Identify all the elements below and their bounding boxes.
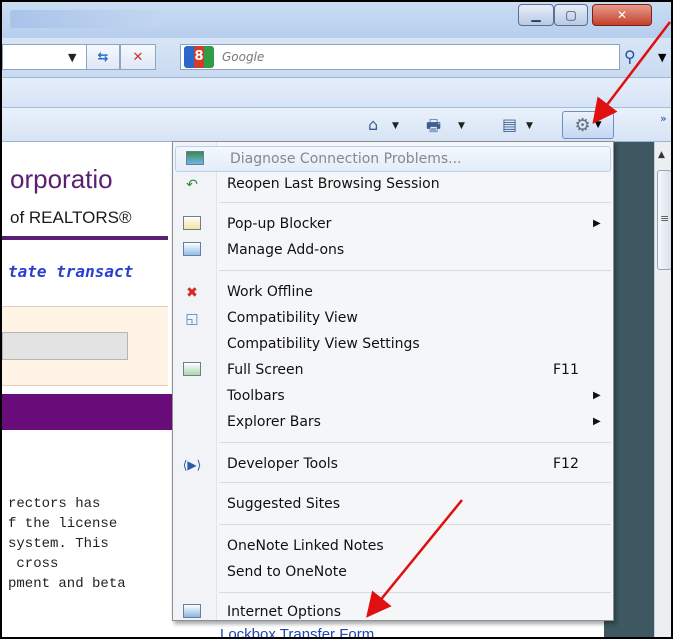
menu-item-send-to-onenote[interactable]: Send to OneNote (173, 560, 613, 586)
scroll-up-icon[interactable]: ▲ (658, 150, 665, 160)
menu-item-onenote-linked-notes[interactable]: OneNote Linked Notes (173, 534, 613, 560)
more-commands-icon[interactable]: » (660, 112, 667, 125)
addons-icon (181, 242, 203, 260)
menu-item-reopen-session[interactable]: ↶ Reopen Last Browsing Session (173, 172, 613, 198)
page-icon[interactable]: ▤ (502, 115, 517, 134)
developer-tools-shortcut: F12 (553, 456, 579, 472)
menu-item-full-screen[interactable]: Full Screen F11 (173, 358, 613, 384)
menu-item-diagnose-connection[interactable]: Diagnose Connection Problems... (175, 146, 611, 172)
full-screen-icon (181, 362, 203, 380)
menu-separator (219, 482, 611, 483)
menu-item-suggested-sites[interactable]: Suggested Sites (173, 492, 613, 518)
body-line: system. This (8, 536, 109, 552)
command-bar: ⌂ ▼ 🖶 ▼ ▤ ▼ ⚙ ▼ » (2, 108, 671, 142)
lockbox-transfer-link[interactable]: Lockbox Transfer Form (220, 626, 374, 637)
body-line: cross (8, 556, 59, 572)
realtors-heading: of REALTORS® (10, 208, 132, 227)
body-line: rectors has (8, 496, 101, 512)
search-placeholder: Google (222, 50, 265, 64)
maximize-button[interactable]: ▢ (554, 4, 588, 26)
submenu-arrow-icon: ▶ (593, 390, 601, 401)
tools-button[interactable]: ⚙ ▼ (562, 111, 614, 139)
home-icon[interactable]: ⌂ (368, 115, 378, 134)
stop-icon: ✕ (132, 49, 144, 65)
body-line: pment and beta (8, 576, 126, 592)
print-dropdown-icon[interactable]: ▼ (458, 121, 465, 131)
submenu-arrow-icon: ▶ (593, 416, 601, 427)
menu-item-developer-tools[interactable]: ⟨▶⟩ Developer Tools F12 (173, 452, 613, 478)
close-button[interactable]: ✕ (592, 4, 652, 26)
page-text-input[interactable] (2, 332, 128, 360)
menu-separator (219, 270, 611, 271)
page-dropdown-icon[interactable]: ▼ (526, 121, 533, 131)
menu-separator (219, 592, 611, 593)
menu-item-work-offline[interactable]: ✖ Work Offline (173, 280, 613, 306)
menu-item-explorer-bars[interactable]: Explorer Bars ▶ (173, 410, 613, 436)
body-paragraph: rectors has f the license system. This c… (8, 494, 126, 594)
refresh-icon: ⇆ (97, 49, 109, 65)
menu-item-manage-addons[interactable]: Manage Add-ons (173, 238, 613, 264)
refresh-button[interactable]: ⇆ (86, 44, 120, 70)
menu-separator (219, 202, 611, 203)
home-dropdown-icon[interactable]: ▼ (392, 121, 399, 131)
menu-item-compatibility-view[interactable]: ◱ Compatibility View (173, 306, 613, 332)
google-logo-icon: 8 (184, 46, 214, 68)
corporation-heading: orporatio (10, 164, 113, 194)
submenu-arrow-icon: ▶ (593, 218, 601, 229)
body-line: f the license (8, 516, 118, 532)
work-offline-icon: ✖ (186, 285, 198, 301)
menu-item-popup-blocker[interactable]: Pop-up Blocker ▶ (173, 212, 613, 238)
menu-item-internet-options[interactable]: Internet Options (173, 600, 613, 626)
search-icon[interactable]: ⚲ (624, 47, 636, 66)
search-options-dropdown-icon[interactable]: ▼ (658, 51, 666, 64)
internet-options-icon (181, 604, 203, 622)
menu-item-toolbars[interactable]: Toolbars ▶ (173, 384, 613, 410)
full-screen-shortcut: F11 (553, 362, 579, 378)
print-icon[interactable]: 🖶 (426, 115, 441, 142)
stop-button[interactable]: ✕ (120, 44, 156, 70)
address-field[interactable] (2, 44, 92, 70)
window-title-bar: ▁ ▢ ✕ (2, 2, 671, 38)
tools-menu: Diagnose Connection Problems... ↶ Reopen… (172, 141, 614, 621)
menu-separator (219, 524, 611, 525)
heading-divider (2, 236, 168, 240)
scroll-grip-icon: ≡ (660, 212, 670, 225)
favorites-bar (2, 78, 671, 108)
developer-tools-icon: ⟨▶⟩ (182, 458, 202, 472)
popup-blocker-icon (181, 216, 203, 234)
screenshot-frame: ▁ ▢ ✕ ▼ ⇆ ✕ 8 Google ⚲ ▼ ⌂ ▼ 🖶 ▼ ▤ ▼ ⚙ ▼… (0, 0, 673, 639)
tagline-text: tate transact (8, 262, 134, 281)
reopen-session-icon: ↶ (186, 177, 198, 193)
address-dropdown-icon[interactable]: ▼ (68, 51, 76, 64)
address-bar-row: ▼ ⇆ ✕ 8 Google ⚲ ▼ (2, 38, 671, 78)
window-title-blurred (10, 10, 160, 28)
network-diagnose-icon (184, 151, 206, 169)
compatibility-view-icon: ◱ (185, 311, 199, 327)
tools-dropdown-icon: ▼ (594, 120, 602, 130)
gear-icon: ⚙ (574, 114, 591, 136)
menu-separator (219, 442, 611, 443)
menu-item-compatibility-view-settings[interactable]: Compatibility View Settings (173, 332, 613, 358)
minimize-button[interactable]: ▁ (518, 4, 554, 26)
